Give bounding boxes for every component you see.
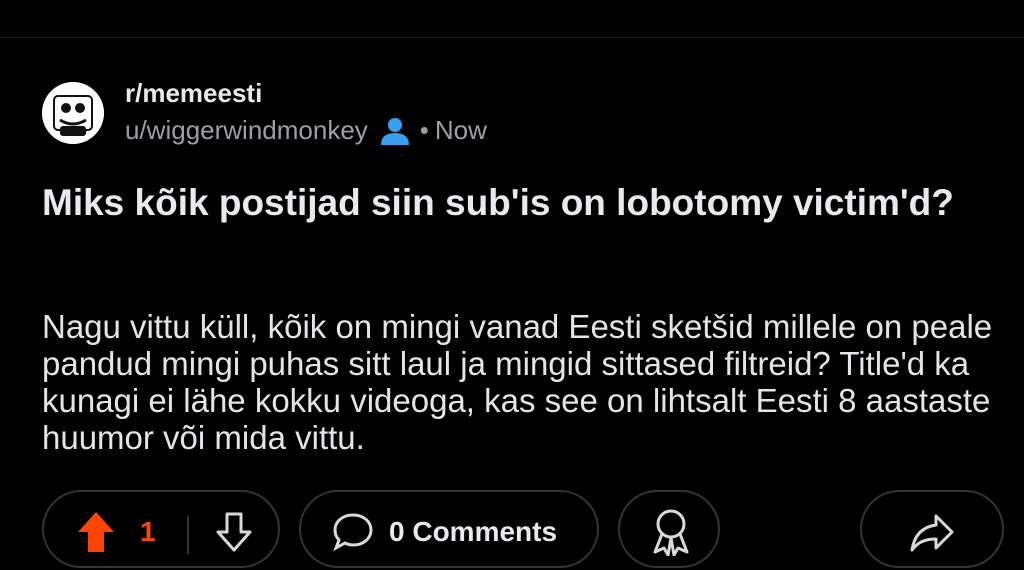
downvote-icon[interactable] xyxy=(214,510,254,554)
top-bar xyxy=(0,0,1024,38)
separator-dot: • xyxy=(419,115,429,145)
upvote-icon[interactable] xyxy=(74,510,118,554)
share-icon xyxy=(910,514,954,552)
comment-icon xyxy=(333,513,373,552)
user-icon xyxy=(378,116,412,146)
comments-count: 0 Comments xyxy=(389,516,558,547)
post-title: Miks kõik postijad siin sub'is on loboto… xyxy=(42,182,954,223)
comments-button[interactable]: 0 Comments xyxy=(299,490,599,568)
subreddit-avatar[interactable] xyxy=(42,82,104,144)
post-time: Now xyxy=(434,115,487,145)
vote-divider xyxy=(187,516,189,554)
username[interactable]: u/wiggerwindmonkey xyxy=(125,115,368,146)
avatar-logo xyxy=(42,82,104,144)
subreddit-name[interactable]: r/memeesti xyxy=(125,78,262,109)
action-bar: 1 0 Comments xyxy=(42,490,1004,570)
post-header: r/memeesti u/wiggerwindmonkey • Now xyxy=(42,78,942,148)
vote-score: 1 xyxy=(140,516,156,547)
award-button[interactable] xyxy=(618,490,720,568)
vote-control: 1 xyxy=(42,490,280,568)
post-body: Nagu vittu küll, kõik on mingi vanad Ees… xyxy=(42,308,993,456)
author-line: u/wiggerwindmonkey • Now xyxy=(125,115,487,146)
award-icon xyxy=(653,509,689,556)
share-button[interactable] xyxy=(860,490,1004,568)
